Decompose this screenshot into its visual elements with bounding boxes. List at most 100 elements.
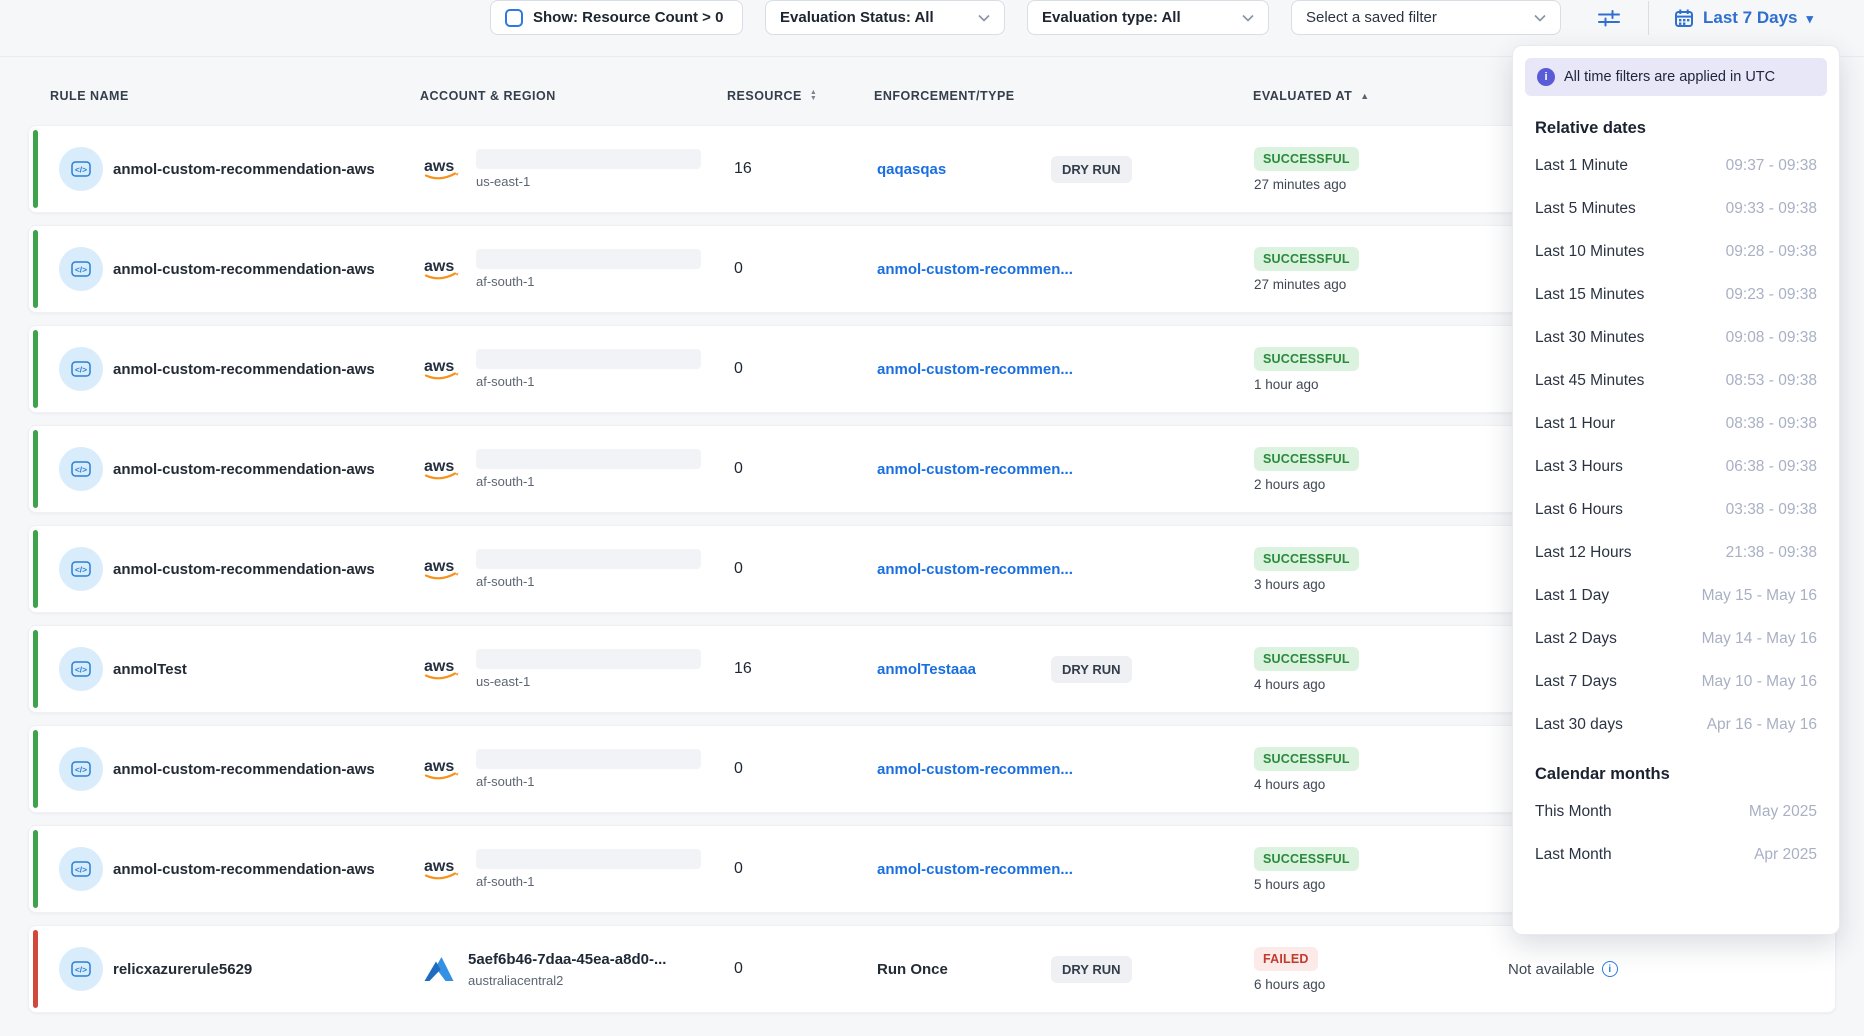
account-region: af-south-1 — [476, 374, 701, 389]
rule-icon: </> — [59, 947, 103, 991]
sort-icon[interactable]: ▲▼ — [810, 90, 817, 102]
date-option[interactable]: Last 2 Days May 14 - May 16 — [1535, 617, 1817, 660]
enforcement-link[interactable]: anmol-custom-recommen... — [877, 861, 1073, 878]
enforcement-link[interactable]: anmolTestaaa — [877, 661, 976, 678]
date-range-label: Last 7 Days — [1703, 8, 1798, 28]
column-resource[interactable]: RESOURCE ▲▼ — [727, 86, 817, 106]
row-status-accent-bar — [33, 430, 38, 508]
dry-run-badge: DRY RUN — [1051, 156, 1132, 183]
aws-logo-icon: aws — [423, 756, 463, 783]
date-option[interactable]: Last 3 Hours 06:38 - 09:38 — [1535, 445, 1817, 488]
rule-name: anmol-custom-recommendation-aws — [113, 426, 375, 512]
account-redacted — [476, 649, 701, 669]
date-range-button[interactable]: Last 7 Days ▾ — [1668, 2, 1819, 34]
enforcement-link[interactable]: qaqasqas — [877, 161, 946, 178]
resource-count-filter-button[interactable]: Show: Resource Count > 0 — [490, 0, 743, 35]
date-option[interactable]: Last 1 Hour 08:38 - 09:38 — [1535, 402, 1817, 445]
filter-settings-button[interactable] — [1592, 4, 1626, 32]
date-option[interactable]: This Month May 2025 — [1535, 790, 1817, 833]
evaluated-time: 4 hours ago — [1254, 777, 1325, 792]
azure-logo-icon — [423, 955, 455, 983]
column-account-region: ACCOUNT & REGION — [420, 86, 556, 106]
table-row[interactable]: </> relicxazurerule5629 aws 5aef6b46-7da… — [28, 925, 1836, 1013]
svg-text:aws: aws — [424, 558, 454, 575]
column-enforcement-type: ENFORCEMENT/TYPE — [874, 86, 1015, 106]
rule-name: anmol-custom-recommendation-aws — [113, 226, 375, 312]
svg-text:</>: </> — [75, 865, 87, 875]
row-status-accent-bar — [33, 130, 38, 208]
rule-icon: </> — [59, 247, 103, 291]
enforcement-link[interactable]: anmol-custom-recommen... — [877, 561, 1073, 578]
date-option[interactable]: Last 5 Minutes 09:33 - 09:38 — [1535, 187, 1817, 230]
rule-icon: </> — [59, 647, 103, 691]
enforcement-link: Run Once — [877, 961, 948, 978]
enforcement-link[interactable]: anmol-custom-recommen... — [877, 261, 1073, 278]
toolbar-divider — [1648, 1, 1649, 35]
column-evaluated-at[interactable]: EVALUATED AT ▲ — [1253, 86, 1370, 106]
date-filter-panel: i All time filters are applied in UTC Re… — [1512, 45, 1840, 935]
chevron-down-icon — [978, 14, 990, 22]
enforcement-link[interactable]: anmol-custom-recommen... — [877, 461, 1073, 478]
date-option[interactable]: Last 10 Minutes 09:28 - 09:38 — [1535, 230, 1817, 273]
saved-filter-select[interactable]: Select a saved filter — [1291, 0, 1561, 35]
resource-count: 0 — [734, 326, 743, 412]
status-badge: SUCCESSFUL — [1254, 547, 1359, 571]
evaluation-type-label: Evaluation type: All — [1042, 9, 1181, 26]
chevron-down-icon — [1242, 14, 1254, 22]
account-id: 5aef6b46-7daa-45ea-a8d0-... — [468, 951, 666, 968]
evaluated-time: 27 minutes ago — [1254, 177, 1346, 192]
date-option[interactable]: Last 45 Minutes 08:53 - 09:38 — [1535, 359, 1817, 402]
account-redacted — [476, 549, 701, 569]
date-option[interactable]: Last 15 Minutes 09:23 - 09:38 — [1535, 273, 1817, 316]
evaluated-time: 4 hours ago — [1254, 677, 1325, 692]
date-option[interactable]: Last 7 Days May 10 - May 16 — [1535, 660, 1817, 703]
sort-ascending-icon[interactable]: ▲ — [1360, 91, 1369, 101]
svg-text:aws: aws — [424, 658, 454, 675]
resource-count: 0 — [734, 726, 743, 812]
row-status-accent-bar — [33, 330, 38, 408]
evaluation-type-select[interactable]: Evaluation type: All — [1027, 0, 1269, 35]
resource-count: 0 — [734, 426, 743, 512]
resource-count-filter-label: Show: Resource Count > 0 — [533, 9, 723, 26]
svg-text:aws: aws — [424, 458, 454, 475]
account-region: af-south-1 — [476, 574, 701, 589]
date-option[interactable]: Last 1 Minute 09:37 - 09:38 — [1535, 144, 1817, 187]
enforcement-link[interactable]: anmol-custom-recommen... — [877, 761, 1073, 778]
account-redacted — [476, 149, 701, 169]
svg-text:</>: </> — [75, 165, 87, 175]
rule-icon: </> — [59, 147, 103, 191]
aws-logo-icon: aws — [423, 156, 463, 183]
dry-run-badge: DRY RUN — [1051, 956, 1132, 983]
account-region: af-south-1 — [476, 474, 701, 489]
row-status-accent-bar — [33, 830, 38, 908]
info-icon[interactable]: i — [1602, 961, 1618, 977]
date-option[interactable]: Last 30 days Apr 16 - May 16 — [1535, 703, 1817, 746]
date-option[interactable]: Last 1 Day May 15 - May 16 — [1535, 574, 1817, 617]
evaluated-time: 5 hours ago — [1254, 877, 1325, 892]
resource-count: 16 — [734, 626, 752, 712]
calendar-months-title: Calendar months — [1535, 762, 1817, 786]
evaluated-time: 27 minutes ago — [1254, 277, 1346, 292]
date-option[interactable]: Last 6 Hours 03:38 - 09:38 — [1535, 488, 1817, 531]
date-option[interactable]: Last 30 Minutes 09:08 - 09:38 — [1535, 316, 1817, 359]
resource-count: 16 — [734, 126, 752, 212]
status-badge: SUCCESSFUL — [1254, 247, 1359, 271]
saved-filter-placeholder: Select a saved filter — [1306, 9, 1437, 26]
evaluated-time: 3 hours ago — [1254, 577, 1325, 592]
status-badge: SUCCESSFUL — [1254, 847, 1359, 871]
rule-name: anmol-custom-recommendation-aws — [113, 526, 375, 612]
status-badge: SUCCESSFUL — [1254, 347, 1359, 371]
rule-name: anmol-custom-recommendation-aws — [113, 826, 375, 912]
date-option[interactable]: Last Month Apr 2025 — [1535, 833, 1817, 876]
date-option[interactable]: Last 12 Hours 21:38 - 09:38 — [1535, 531, 1817, 574]
enforcement-link[interactable]: anmol-custom-recommen... — [877, 361, 1073, 378]
account-redacted — [476, 449, 701, 469]
resource-count: 0 — [734, 926, 743, 1012]
svg-text:aws: aws — [424, 858, 454, 875]
aws-logo-icon: aws — [423, 456, 463, 483]
calendar-months-list: This Month May 2025 Last Month Apr 2025 — [1535, 790, 1817, 876]
checkbox-icon[interactable] — [505, 9, 523, 27]
row-status-accent-bar — [33, 530, 38, 608]
evaluation-status-select[interactable]: Evaluation Status: All — [765, 0, 1005, 35]
account-region: af-south-1 — [476, 274, 701, 289]
